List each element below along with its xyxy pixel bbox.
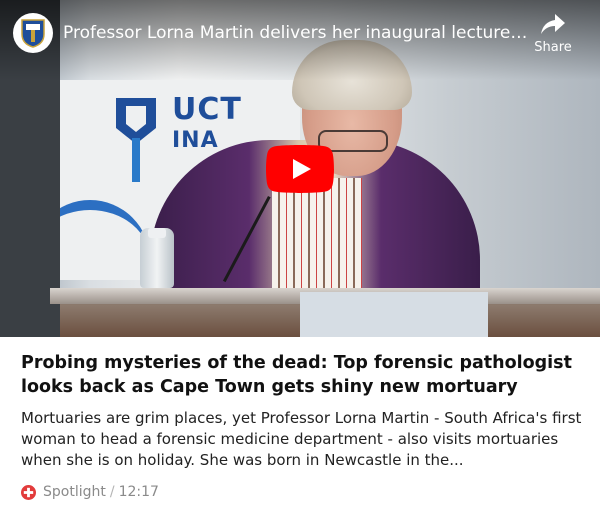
- backdrop-text-line2: INA: [172, 128, 219, 153]
- publish-time: 12:17: [118, 484, 159, 500]
- share-button[interactable]: Share: [530, 12, 576, 62]
- channel-avatar[interactable]: [13, 13, 53, 53]
- share-label: Share: [534, 40, 572, 55]
- article-meta: Spotlight / 12:17: [21, 483, 159, 501]
- meta-separator: /: [109, 484, 115, 500]
- spotlight-cross-icon: [21, 484, 36, 500]
- video-player[interactable]: UCT INA Professor Lorna Martin delivers …: [0, 0, 600, 337]
- backdrop-text-line1: UCT: [172, 92, 242, 127]
- article-summary: Mortuaries are grim places, yet Professo…: [21, 409, 582, 469]
- lectern-paper: [300, 292, 488, 337]
- source-name[interactable]: Spotlight: [43, 484, 106, 500]
- university-crest-icon: [21, 19, 45, 48]
- video-title[interactable]: Professor Lorna Martin delivers her inau…: [63, 22, 528, 44]
- bottle-cap: [148, 228, 166, 238]
- share-arrow-icon: [541, 14, 565, 34]
- news-card[interactable]: UCT INA Professor Lorna Martin delivers …: [0, 0, 600, 517]
- youtube-play-icon[interactable]: [266, 145, 334, 193]
- article-headline[interactable]: Probing mysteries of the dead: Top foren…: [21, 351, 581, 399]
- uct-logo-mark: [116, 98, 156, 182]
